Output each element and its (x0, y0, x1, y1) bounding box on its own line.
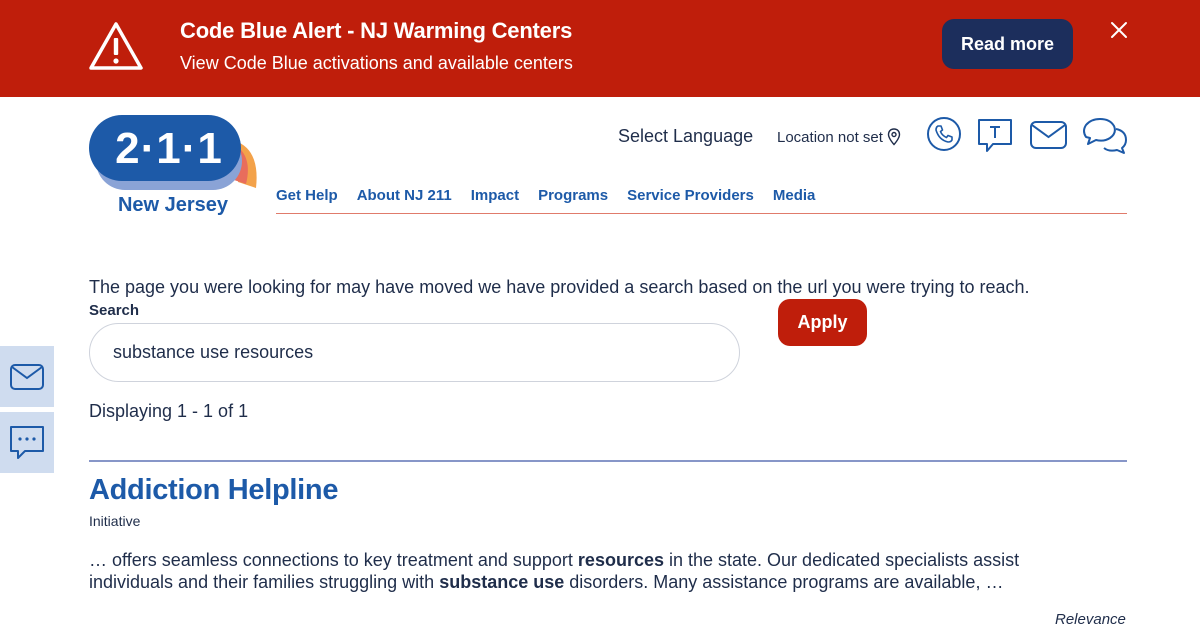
email-icon (10, 363, 44, 390)
result-title-link[interactable]: Addiction Helpline (89, 474, 338, 507)
relevance-label: Relevance (1055, 611, 1126, 628)
nav-item-programs[interactable]: Programs (538, 187, 608, 204)
text-icon[interactable] (977, 118, 1013, 154)
snippet-text: … offers seamless connections to key tre… (89, 550, 578, 570)
side-chat-button[interactable] (0, 412, 54, 473)
logo-text: New Jersey (117, 194, 229, 216)
location-pin-icon (887, 128, 901, 146)
result-type: Initiative (89, 513, 141, 529)
snippet-text: disorders. Many assistance programs are … (564, 572, 1004, 592)
chat-icon[interactable] (1082, 117, 1128, 155)
moved-notice: The page you were looking for may have m… (89, 277, 1030, 297)
search-input[interactable] (89, 323, 740, 382)
snippet-highlight: resources (577, 550, 664, 570)
close-icon[interactable] (1108, 19, 1130, 41)
read-more-button[interactable]: Read more (942, 19, 1073, 69)
location-label: Location not set (777, 128, 883, 146)
phone-icon[interactable] (926, 116, 962, 152)
chat-icon (10, 425, 44, 459)
logo-number: 2·1·1 (115, 124, 223, 173)
alert-title: Code Blue Alert - NJ Warming Centers (180, 18, 573, 43)
nav-item-about[interactable]: About NJ 211 (357, 187, 452, 204)
apply-button[interactable]: Apply (778, 299, 867, 346)
search-label: Search (89, 302, 140, 319)
alert-subtitle: View Code Blue activations and available… (180, 53, 573, 73)
main-nav: Get Help About NJ 211 Impact Programs Se… (276, 187, 815, 204)
results-divider (89, 460, 1127, 462)
nav-item-media[interactable]: Media (773, 187, 816, 204)
nav-divider (276, 213, 1127, 214)
email-icon[interactable] (1030, 121, 1067, 149)
results-count: Displaying 1 - 1 of 1 (89, 401, 249, 421)
side-email-button[interactable] (0, 346, 54, 407)
nav-item-impact[interactable]: Impact (471, 187, 519, 204)
nav-item-get-help[interactable]: Get Help (276, 187, 338, 204)
warning-triangle-icon (89, 22, 143, 70)
select-language[interactable]: Select Language (618, 126, 753, 147)
result-snippet: … offers seamless connections to key tre… (89, 549, 1089, 593)
alert-banner: Code Blue Alert - NJ Warming Centers Vie… (0, 0, 1200, 97)
nav-item-service-providers[interactable]: Service Providers (627, 187, 754, 204)
location-selector[interactable]: Location not set (777, 128, 901, 146)
snippet-highlight: substance use (439, 572, 565, 592)
